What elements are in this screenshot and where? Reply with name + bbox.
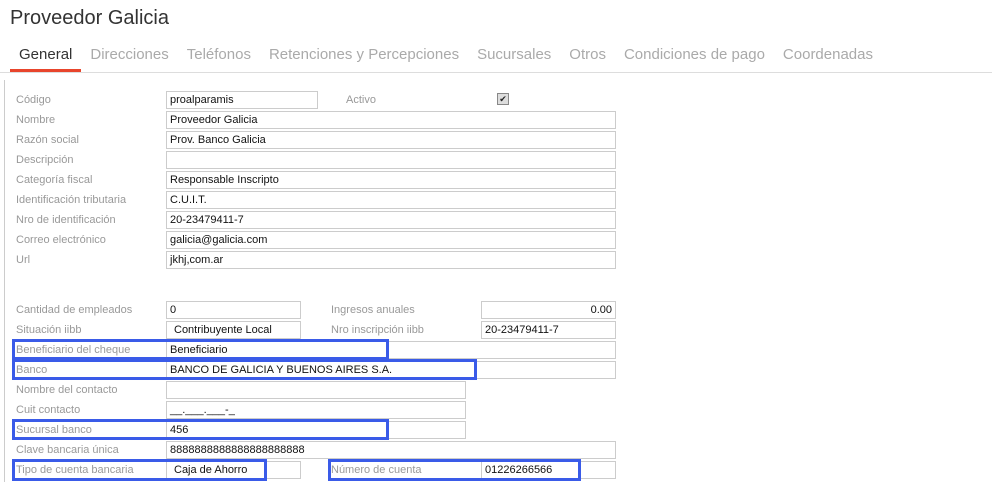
tab-condiciones-pago[interactable]: Condiciones de pago <box>615 44 774 72</box>
descripcion-label: Descripción <box>16 154 74 166</box>
nro-iibb-input[interactable]: 20-23479411-7 <box>481 321 616 339</box>
tab-telefonos[interactable]: Teléfonos <box>178 44 260 72</box>
categoria-input[interactable]: Responsable Inscripto <box>166 171 616 189</box>
identificacion-input[interactable]: C.U.I.T. <box>166 191 616 209</box>
url-input[interactable]: jkhj,com.ar <box>166 251 616 269</box>
cbu-label: Clave bancaria única <box>16 444 119 456</box>
contacto-label: Nombre del contacto <box>16 384 118 396</box>
correo-label: Correo electrónico <box>16 234 106 246</box>
nro-id-input[interactable]: 20-23479411-7 <box>166 211 616 229</box>
numero-cuenta-label: Número de cuenta <box>331 464 422 476</box>
beneficiario-label: Beneficiario del cheque <box>16 344 131 356</box>
tab-general[interactable]: General <box>10 44 82 72</box>
page-title: Proveedor Galicia <box>10 7 169 29</box>
nombre-label: Nombre <box>16 114 56 126</box>
banco-label: Banco <box>16 364 48 376</box>
nro-id-label: Nro de identificación <box>16 214 116 226</box>
tab-direcciones[interactable]: Direcciones <box>81 44 177 72</box>
situacion-label: Situación iibb <box>16 324 82 336</box>
tab-otros[interactable]: Otros <box>560 44 615 72</box>
correo-input[interactable]: galicia@galicia.com <box>166 231 616 249</box>
sucursal-label: Sucursal banco <box>16 424 92 436</box>
cuit-contacto-input[interactable]: __.___.___-_ <box>166 401 466 419</box>
codigo-input[interactable]: proalparamis <box>166 91 318 109</box>
cbu-input[interactable]: 8888888888888888888888 <box>166 441 616 459</box>
tab-sucursales[interactable]: Sucursales <box>468 44 560 72</box>
activo-label: Activo <box>346 94 376 106</box>
tab-retenciones[interactable]: Retenciones y Percepciones <box>260 44 468 72</box>
tab-coordenadas[interactable]: Coordenadas <box>774 44 882 72</box>
url-label: Url <box>16 254 31 266</box>
empleados-label: Cantidad de empleados <box>16 304 133 316</box>
codigo-label: Código <box>16 94 51 106</box>
banco-select[interactable]: BANCO DE GALICIA Y BUENOS AIRES S.A. <box>166 361 616 379</box>
descripcion-input[interactable] <box>166 151 616 169</box>
contacto-input[interactable] <box>166 381 466 399</box>
categoria-label: Categoría fiscal <box>16 174 93 186</box>
beneficiario-input[interactable]: Beneficiario <box>166 341 616 359</box>
ingresos-input[interactable]: 0.00 <box>481 301 616 319</box>
tipo-cuenta-label: Tipo de cuenta bancaria <box>16 464 134 476</box>
activo-checkbox[interactable]: ✔ <box>497 93 509 105</box>
ingresos-label: Ingresos anuales <box>331 304 415 316</box>
identificacion-label: Identificación tributaria <box>16 194 127 206</box>
tipo-cuenta-select[interactable]: Caja de Ahorro <box>166 461 301 479</box>
razon-label: Razón social <box>16 134 79 146</box>
form-border <box>4 80 5 482</box>
nombre-input[interactable]: Proveedor Galicia <box>166 111 616 129</box>
divider <box>0 72 992 73</box>
sucursal-input[interactable]: 456 <box>166 421 466 439</box>
razon-input[interactable]: Prov. Banco Galicia <box>166 131 616 149</box>
situacion-select[interactable]: Contribuyente Local <box>166 321 301 339</box>
nro-iibb-label: Nro inscripción iibb <box>331 324 424 336</box>
cuit-contacto-label: Cuit contacto <box>16 404 81 416</box>
empleados-input[interactable]: 0 <box>166 301 301 319</box>
tab-bar: General Direcciones Teléfonos Retencione… <box>10 44 882 72</box>
numero-cuenta-input[interactable]: 01226266566 <box>481 461 616 479</box>
